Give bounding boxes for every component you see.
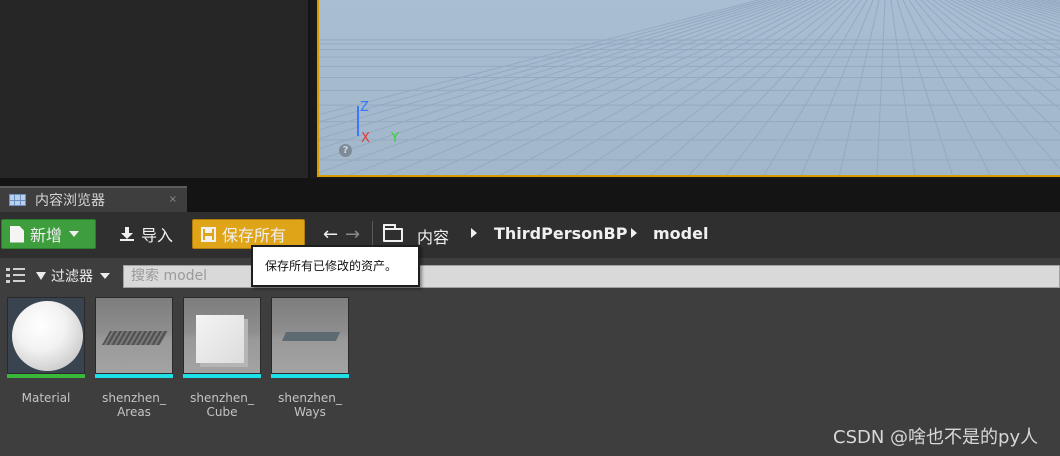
- viewport-grid: [319, 0, 1060, 175]
- close-icon[interactable]: ×: [169, 194, 177, 205]
- help-icon[interactable]: ?: [339, 144, 352, 157]
- content-browser-icon: [9, 194, 26, 206]
- mesh-areas-icon: [101, 331, 169, 345]
- breadcrumb-content[interactable]: 内容: [417, 224, 449, 248]
- breadcrumb-thirdpersonbp[interactable]: ThirdPersonBP: [494, 224, 627, 243]
- forward-arrow-icon[interactable]: →: [345, 224, 360, 245]
- splitter[interactable]: [0, 178, 1060, 186]
- tab-content-browser[interactable]: 内容浏览器 ×: [0, 186, 187, 212]
- asset-tile[interactable]: Material: [7, 297, 85, 405]
- watermark: CSDN @啥也不是的py人: [833, 427, 1039, 448]
- toolbar: 新增 导入 保存所有 ← → 内容 ThirdPersonBP model: [0, 212, 1060, 258]
- left-panel: [0, 0, 310, 178]
- asset-thumbnail: [7, 297, 85, 374]
- chevron-down-icon: [100, 273, 110, 279]
- asset-thumbnail: [95, 297, 173, 374]
- asset-label: Material: [21, 391, 71, 405]
- asset-tile[interactable]: shenzhen_ Ways: [271, 297, 349, 419]
- asset-thumbnail: [183, 297, 261, 374]
- asset-type-bar: [271, 374, 349, 378]
- asset-label: shenzhen_ Ways: [278, 391, 342, 419]
- new-document-icon: [10, 225, 24, 243]
- tab-label: 内容浏览器: [35, 193, 105, 209]
- filters-button[interactable]: 过滤器: [36, 266, 110, 286]
- asset-label: shenzhen_ Areas: [102, 391, 166, 419]
- toolbar-divider: [372, 221, 373, 245]
- back-arrow-icon[interactable]: ←: [323, 224, 338, 245]
- axis-y-label: Y: [391, 131, 399, 146]
- material-sphere-icon: [12, 301, 83, 371]
- folder-icon: [383, 224, 403, 242]
- save-all-label: 保存所有: [222, 226, 287, 245]
- tab-strip: 内容浏览器 ×: [0, 186, 1060, 212]
- sources-list-icon[interactable]: [6, 267, 26, 284]
- filter-icon: [36, 272, 46, 280]
- mesh-plane-icon: [281, 332, 341, 341]
- filters-label: 过滤器: [51, 269, 93, 285]
- content-browser-panel: 新增 导入 保存所有 ← → 内容 ThirdPersonBP model 过滤…: [0, 212, 1060, 456]
- breadcrumb-model[interactable]: model: [653, 224, 708, 243]
- asset-type-bar: [95, 374, 173, 378]
- add-new-label: 新增: [30, 226, 63, 245]
- asset-thumbnail: [271, 297, 349, 374]
- asset-tile[interactable]: shenzhen_ Areas: [95, 297, 173, 419]
- mesh-cube-icon: [196, 315, 244, 363]
- download-icon: [120, 227, 134, 241]
- import-label: 导入: [141, 226, 174, 245]
- asset-tile[interactable]: shenzhen_ Cube: [183, 297, 261, 419]
- axis-z-label: Z: [360, 100, 369, 115]
- level-viewport[interactable]: Z X Y ?: [317, 0, 1060, 177]
- chevron-down-icon: [69, 231, 80, 237]
- asset-label: shenzhen_ Cube: [190, 391, 254, 419]
- filter-row: 过滤器 搜索 model: [0, 263, 1060, 289]
- chevron-right-icon[interactable]: [631, 228, 637, 238]
- save-all-tooltip: 保存所有已修改的资产。: [251, 245, 420, 287]
- add-new-button[interactable]: 新增: [1, 219, 96, 249]
- asset-type-bar: [7, 374, 85, 378]
- import-button[interactable]: 导入: [111, 219, 181, 249]
- save-icon: [201, 226, 216, 242]
- asset-type-bar: [183, 374, 261, 378]
- axis-x-label: X: [361, 131, 370, 146]
- chevron-right-icon[interactable]: [471, 228, 477, 238]
